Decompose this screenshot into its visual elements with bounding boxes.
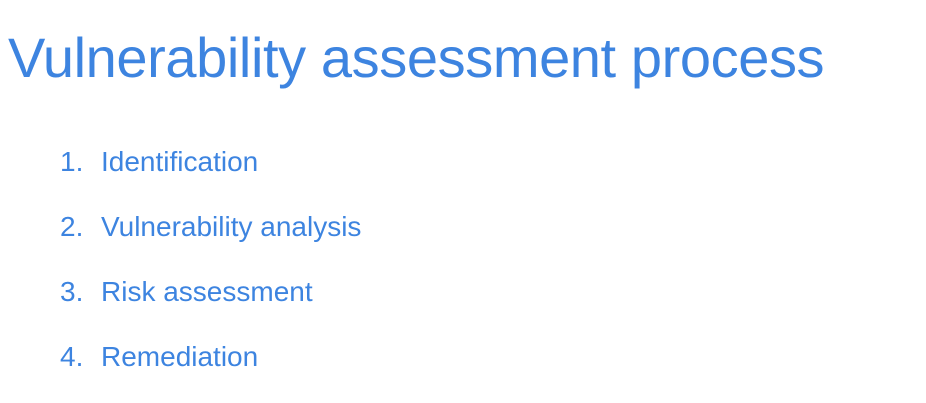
step-number: 4.	[60, 341, 84, 372]
step-number: 2.	[60, 211, 84, 242]
list-item: 3. Risk assessment	[60, 270, 361, 335]
step-number: 3.	[60, 276, 84, 307]
step-number: 1.	[60, 146, 84, 177]
step-label: Risk assessment	[101, 276, 313, 307]
list-item: 1. Identification	[60, 140, 361, 205]
step-label: Remediation	[101, 341, 259, 372]
step-label: Identification	[101, 146, 259, 177]
list-item: 4. Remediation	[60, 335, 361, 400]
slide-title: Vulnerability assessment process	[8, 26, 825, 89]
process-steps-list: 1. Identification 2. Vulnerability analy…	[60, 140, 361, 400]
slide: Vulnerability assessment process 1. Iden…	[0, 0, 926, 403]
step-label: Vulnerability analysis	[101, 211, 362, 242]
list-item: 2. Vulnerability analysis	[60, 205, 361, 270]
